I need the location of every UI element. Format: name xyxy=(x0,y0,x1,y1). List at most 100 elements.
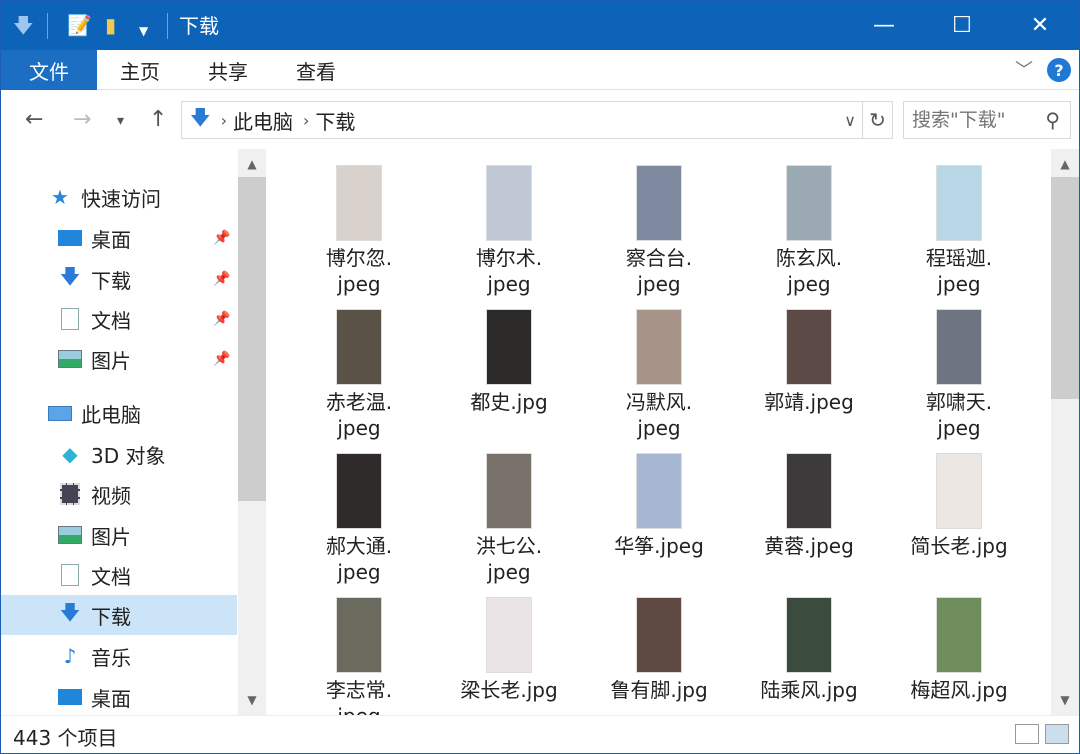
file-item[interactable]: 鲁有脚.jpg xyxy=(584,581,734,715)
file-item[interactable]: 梁长老.jpg xyxy=(434,581,584,715)
file-item[interactable]: 郭靖.jpeg xyxy=(734,293,884,437)
file-name: 郭靖.jpeg xyxy=(764,390,854,414)
details-view-icon[interactable] xyxy=(1015,724,1039,744)
file-item[interactable]: 都史.jpg xyxy=(434,293,584,437)
computer-icon xyxy=(47,402,73,424)
help-icon[interactable]: ? xyxy=(1047,58,1071,82)
pin-icon[interactable]: 📌 xyxy=(213,311,230,327)
sidebar-item-label: 视频 xyxy=(91,483,131,508)
back-icon[interactable]: ← xyxy=(25,107,43,132)
sidebar-scroll-thumb[interactable] xyxy=(238,177,266,501)
sidebar-item-3d-objects[interactable]: ◆ 3D 对象 xyxy=(1,434,237,474)
status-bar: 443 个项目 xyxy=(1,715,1079,753)
image-thumbnail xyxy=(786,453,832,529)
scroll-up-icon[interactable]: ▲ xyxy=(1051,151,1079,177)
pin-icon[interactable]: 📌 xyxy=(213,351,230,367)
breadcrumb-separator-icon[interactable]: › xyxy=(303,111,309,130)
file-item[interactable]: 察合台. jpeg xyxy=(584,149,734,296)
minimize-button[interactable]: — xyxy=(845,1,923,50)
file-item[interactable]: 博尔忽. jpeg xyxy=(284,149,434,296)
sidebar-item-label: 下载 xyxy=(91,268,131,293)
file-grid: 博尔忽. jpeg 博尔术. jpeg 察合台. jpeg 陈玄风. jpeg 程瑶迦.… xyxy=(269,149,1051,715)
download-icon: 🡇 xyxy=(59,600,81,624)
properties-icon[interactable]: 📝 xyxy=(67,13,92,37)
file-name: 鲁有脚.jpg xyxy=(610,678,708,702)
maximize-button[interactable]: ☐ xyxy=(923,1,1001,50)
sidebar-item-label: 文档 xyxy=(91,564,131,589)
large-icons-view-icon[interactable] xyxy=(1045,724,1069,744)
tab-share[interactable]: 共享 xyxy=(208,50,248,90)
sidebar-item-documents[interactable]: 文档 xyxy=(1,555,237,595)
breadcrumb-this-pc[interactable]: 此电脑 xyxy=(233,106,293,135)
sidebar-item-pictures[interactable]: 图片 📌 xyxy=(1,339,237,379)
file-item[interactable]: 华筝.jpeg xyxy=(584,437,734,581)
image-thumbnail xyxy=(486,309,532,385)
document-icon xyxy=(57,564,83,586)
sidebar-item-pictures[interactable]: 图片 xyxy=(1,515,237,555)
file-item[interactable]: 赤老温. jpeg xyxy=(284,293,434,440)
file-item[interactable]: 陆乘风.jpg xyxy=(734,581,884,715)
file-item[interactable]: 郭啸天. jpeg xyxy=(884,293,1034,440)
file-name: 洪七公. jpeg xyxy=(475,534,543,584)
file-name: 都史.jpg xyxy=(470,390,548,414)
tab-home[interactable]: 主页 xyxy=(120,50,160,90)
file-item[interactable]: 郝大通. jpeg xyxy=(284,437,434,584)
sidebar-item-downloads[interactable]: 🡇 下载 xyxy=(1,595,237,635)
file-item[interactable]: 洪七公. jpeg xyxy=(434,437,584,584)
divider xyxy=(167,13,168,39)
close-button[interactable]: ✕ xyxy=(1001,1,1079,50)
image-thumbnail xyxy=(786,165,832,241)
video-icon xyxy=(57,483,83,505)
file-name: 郝大通. jpeg xyxy=(325,534,393,584)
sidebar-item-desktop[interactable]: 桌面 xyxy=(1,677,237,715)
breadcrumb-separator-icon[interactable]: › xyxy=(221,111,227,130)
search-box[interactable]: ⚲ xyxy=(903,101,1071,139)
file-name: 简长老.jpg xyxy=(910,534,1008,558)
breadcrumb-downloads[interactable]: 下载 xyxy=(315,106,355,135)
address-bar[interactable]: 🡇 › 此电脑 › 下载 ∨ xyxy=(181,101,863,139)
scroll-down-icon[interactable]: ▼ xyxy=(1051,687,1079,713)
file-item[interactable]: 梅超风.jpg xyxy=(884,581,1034,715)
forward-icon[interactable]: → xyxy=(73,107,91,132)
cube-icon: ◆ xyxy=(62,442,78,466)
scroll-up-icon[interactable]: ▲ xyxy=(238,151,266,177)
pin-icon[interactable]: 📌 xyxy=(213,271,230,287)
sidebar-item-videos[interactable]: 视频 xyxy=(1,474,237,514)
up-icon[interactable]: ↑ xyxy=(149,107,167,132)
refresh-button[interactable]: ↻ xyxy=(863,101,893,139)
file-item[interactable]: 李志常. jpeg xyxy=(284,581,434,715)
file-item[interactable]: 程瑶迦. jpeg xyxy=(884,149,1034,296)
address-dropdown-icon[interactable]: ∨ xyxy=(844,111,856,130)
sidebar-item-quick-access[interactable]: ★ 快速访问 xyxy=(1,177,237,217)
file-item[interactable]: 博尔术. jpeg xyxy=(434,149,584,296)
star-icon: ★ xyxy=(51,185,69,209)
recent-locations-icon[interactable]: ▾ xyxy=(117,113,124,129)
sidebar-item-label: 3D 对象 xyxy=(91,443,166,468)
expand-ribbon-icon[interactable]: ﹀ xyxy=(1015,56,1033,82)
sidebar-item-music[interactable]: ♪ 音乐 xyxy=(1,636,237,676)
file-item[interactable]: 冯默风. jpeg xyxy=(584,293,734,440)
pictures-icon xyxy=(57,348,83,370)
new-folder-icon[interactable]: ▮ xyxy=(105,13,116,37)
down-arrow-icon[interactable]: 🡇 xyxy=(13,13,34,37)
chevron-down-icon[interactable]: ▼ xyxy=(139,19,148,43)
sidebar-item-downloads[interactable]: 🡇 下载 📌 xyxy=(1,259,237,299)
file-item[interactable]: 陈玄风. jpeg xyxy=(734,149,884,296)
scroll-down-icon[interactable]: ▼ xyxy=(238,687,266,713)
file-item[interactable]: 黄蓉.jpeg xyxy=(734,437,884,581)
sidebar-item-this-pc[interactable]: 此电脑 xyxy=(1,393,237,433)
search-icon[interactable]: ⚲ xyxy=(1045,108,1060,132)
divider xyxy=(47,13,48,39)
file-item[interactable]: 简长老.jpg xyxy=(884,437,1034,581)
image-thumbnail xyxy=(486,453,532,529)
content-scroll-thumb[interactable] xyxy=(1051,177,1079,399)
search-input[interactable] xyxy=(904,102,1034,138)
image-thumbnail xyxy=(636,597,682,673)
pin-icon[interactable]: 📌 xyxy=(213,230,230,246)
sidebar-item-desktop[interactable]: 桌面 📌 xyxy=(1,218,237,258)
tab-file[interactable]: 文件 xyxy=(1,50,97,90)
tab-view[interactable]: 查看 xyxy=(296,50,336,90)
file-name: 李志常. jpeg xyxy=(325,678,393,715)
sidebar-item-documents[interactable]: 文档 📌 xyxy=(1,299,237,339)
image-thumbnail xyxy=(936,309,982,385)
